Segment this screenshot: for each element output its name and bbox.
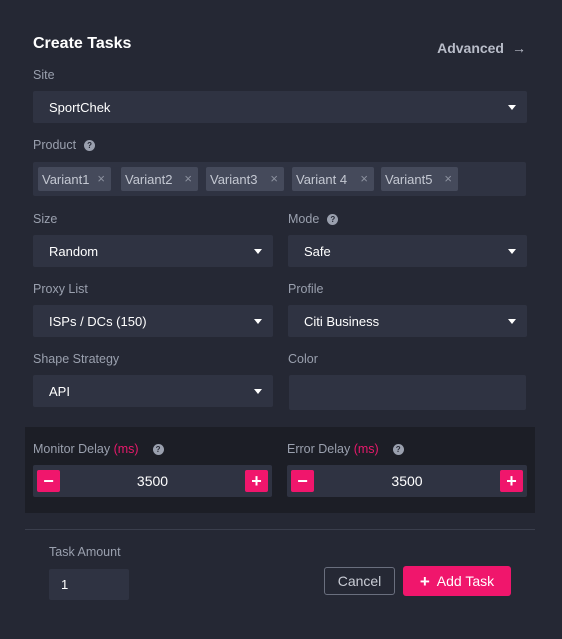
product-tag-label: Variant 4 [296,171,348,187]
monitor-delay-label: Monitor Delay (ms) ? [33,442,164,456]
help-icon[interactable]: ? [152,443,164,455]
delay-section: Monitor Delay (ms) ? − 3500 + Error Dela… [25,427,535,513]
chevron-down-icon [508,249,516,254]
help-icon[interactable]: ? [392,443,404,455]
mode-select-value: Safe [304,243,331,259]
mode-label-text: Mode [288,212,320,226]
mode-select[interactable]: Safe [288,235,527,267]
site-select[interactable]: SportChek [33,91,527,123]
shape-strategy-select-value: API [49,383,70,399]
task-amount-input[interactable]: 1 [49,569,129,600]
shape-strategy-label-text: Shape Strategy [33,352,120,366]
chevron-down-icon [254,249,262,254]
decrement-button[interactable]: − [37,470,60,492]
proxy-list-label: Proxy List [33,282,88,296]
product-label-text: Product [33,138,77,152]
error-delay-label: Error Delay (ms) ? [287,442,404,456]
chevron-down-icon [508,319,516,324]
error-delay-stepper[interactable]: − 3500 + [287,465,527,497]
plus-icon: + [419,571,430,591]
remove-tag-icon[interactable]: × [270,171,278,186]
error-delay-unit: (ms) [353,442,379,456]
arrow-right-icon: → [512,40,526,56]
product-tag-label: Variant5 [385,171,433,187]
error-delay-label-name: Error Delay [287,442,351,456]
profile-label: Profile [288,282,323,296]
increment-button[interactable]: + [245,470,268,492]
proxy-list-label-text: Proxy List [33,282,88,296]
site-label: Site [33,68,55,82]
chevron-down-icon [508,105,516,110]
remove-tag-icon[interactable]: × [184,171,192,186]
product-tag: Variant2 × [121,167,198,191]
size-select[interactable]: Random [33,235,273,267]
error-delay-value[interactable]: 3500 [327,465,487,497]
monitor-delay-label-name: Monitor Delay [33,442,111,456]
product-tag-label: Variant3 [210,171,258,187]
advanced-link[interactable]: Advanced → [437,40,526,56]
monitor-delay-unit: (ms) [113,442,139,456]
remove-tag-icon[interactable]: × [360,171,368,186]
shape-strategy-label: Shape Strategy [33,352,119,366]
add-task-button[interactable]: + Add Task [403,566,511,596]
product-tag: Variant5 × [381,167,458,191]
task-amount-label: Task Amount [49,545,121,559]
monitor-delay-stepper[interactable]: − 3500 + [33,465,272,497]
color-label-text: Color [288,352,318,366]
proxy-list-select[interactable]: ISPs / DCs (150) [33,305,273,337]
footer-divider [25,529,535,530]
help-icon[interactable]: ? [327,213,339,225]
size-select-value: Random [49,243,99,259]
color-label: Color [288,352,318,366]
help-icon[interactable]: ? [84,139,96,151]
monitor-delay-label-text: Monitor Delay (ms) [33,442,139,456]
error-delay-label-text: Error Delay (ms) [287,442,379,456]
size-label-text: Size [33,212,58,226]
cancel-button[interactable]: Cancel [324,567,395,595]
profile-select-value: Citi Business [304,313,380,329]
product-tag: Variant3 × [206,167,284,191]
remove-tag-icon[interactable]: × [444,171,452,186]
increment-button[interactable]: + [500,470,523,492]
shape-strategy-select[interactable]: API [33,375,273,407]
create-tasks-modal: Create Tasks Advanced → Site SportChek P… [0,0,562,639]
site-select-value: SportChek [49,99,111,115]
remove-tag-icon[interactable]: × [97,171,105,186]
decrement-button[interactable]: − [291,470,314,492]
chevron-down-icon [254,319,262,324]
chevron-down-icon [254,389,262,394]
mode-label: Mode ? [288,212,339,226]
product-tag: Variant 4 × [292,167,374,191]
color-input[interactable] [289,375,526,410]
size-label: Size [33,212,57,226]
proxy-list-select-value: ISPs / DCs (150) [49,313,147,329]
add-task-label: Add Task [436,573,495,589]
product-label: Product ? [33,138,96,152]
product-tag-label: Variant1 [42,171,90,187]
product-tag-label: Variant2 [125,171,173,187]
modal-title: Create Tasks [33,35,132,52]
advanced-label: Advanced [437,40,504,56]
product-tag: Variant1 × [38,167,111,191]
monitor-delay-value[interactable]: 3500 [73,465,232,497]
product-tag-input[interactable]: Variant1 × Variant2 × Variant3 × Variant… [33,162,526,196]
profile-label-text: Profile [288,282,324,296]
site-label-text: Site [33,68,55,82]
profile-select[interactable]: Citi Business [288,305,527,337]
